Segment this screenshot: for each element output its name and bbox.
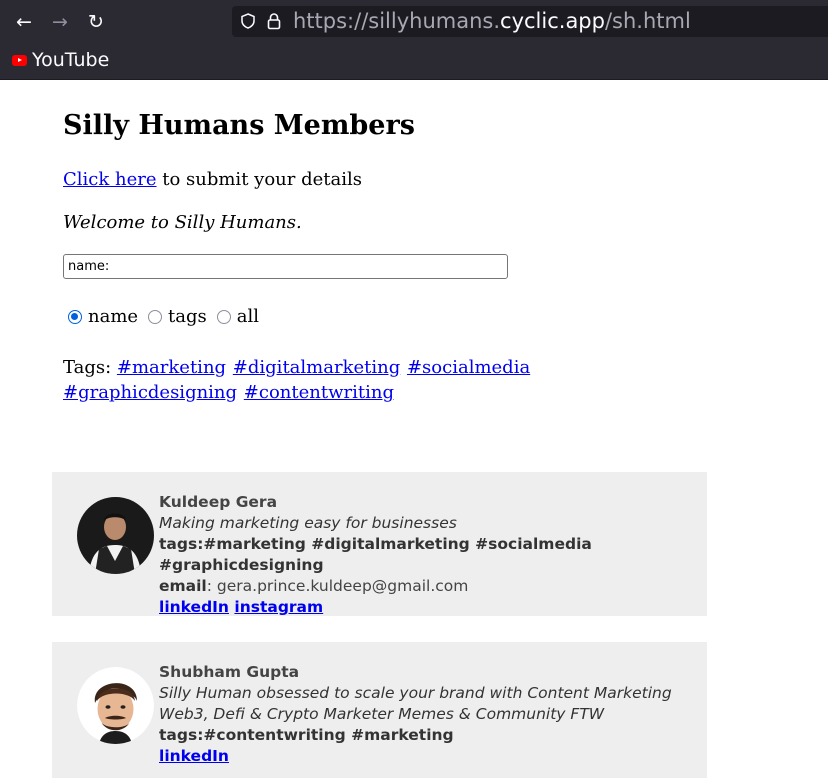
tag-link[interactable]: #socialmedia (407, 357, 530, 378)
radio-name[interactable] (68, 309, 82, 324)
submit-line: Click here to submit your details (63, 169, 362, 190)
linkedin-link[interactable]: linkedIn (159, 747, 229, 765)
member-details: Shubham Gupta Silly Human obsessed to sc… (159, 662, 699, 767)
instagram-link[interactable]: instagram (234, 598, 323, 616)
tags-label: Tags: (63, 357, 112, 378)
tag-link[interactable]: #marketing (117, 357, 226, 378)
avatar (77, 667, 154, 744)
url-scheme: https://sillyhumans. (293, 9, 501, 33)
member-tags: tags:#contentwriting #marketing (159, 726, 454, 744)
forward-arrow-icon[interactable]: → (48, 10, 72, 34)
youtube-icon (12, 54, 27, 66)
tag-link[interactable]: #digitalmarketing (233, 357, 400, 378)
welcome-message: Welcome to Silly Humans. (63, 212, 302, 233)
search-mode-radios: name tags all (68, 306, 269, 327)
submit-text: to submit your details (156, 169, 362, 190)
radio-name-label[interactable]: name (88, 306, 138, 327)
url-text[interactable]: https://sillyhumans.cyclic.app/sh.html (293, 8, 691, 35)
member-links: linkedIn (159, 746, 699, 767)
tag-link[interactable]: #graphicdesigning (63, 382, 237, 403)
url-host: cyclic.app (500, 9, 605, 33)
member-card: Kuldeep Gera Making marketing easy for b… (52, 472, 707, 616)
bookmark-youtube[interactable]: YouTube (12, 48, 109, 72)
member-bio: Silly Human obsessed to scale your brand… (159, 684, 672, 723)
url-path: /sh.html (604, 9, 691, 33)
browser-toolbar: ← → ↻ https://sillyhumans.cyclic.app/sh.… (0, 0, 828, 80)
shield-icon[interactable] (240, 13, 256, 29)
lock-icon[interactable] (266, 12, 282, 30)
reload-icon[interactable]: ↻ (84, 10, 108, 34)
tags-filter-line: Tags: #marketing #digitalmarketing #soci… (63, 355, 663, 405)
member-name: Shubham Gupta (159, 663, 300, 681)
radio-tags[interactable] (148, 309, 163, 324)
email-label: email (159, 577, 207, 595)
member-details: Kuldeep Gera Making marketing easy for b… (159, 492, 699, 618)
page-title: Silly Humans Members (63, 110, 415, 141)
member-name: Kuldeep Gera (159, 493, 278, 511)
member-card: Shubham Gupta Silly Human obsessed to sc… (52, 642, 707, 778)
address-bar[interactable]: https://sillyhumans.cyclic.app/sh.html (232, 6, 828, 37)
linkedin-link[interactable]: linkedIn (159, 598, 229, 616)
avatar (77, 497, 154, 574)
email-value: : gera.prince.kuldeep@gmail.com (206, 577, 469, 595)
radio-all-label[interactable]: all (237, 306, 259, 327)
submit-details-link[interactable]: Click here (63, 169, 157, 190)
bookmark-label: YouTube (32, 49, 110, 71)
back-arrow-icon[interactable]: ← (12, 10, 36, 34)
member-links: linkedIn instagram (159, 597, 699, 618)
tag-link[interactable]: #contentwriting (244, 382, 394, 403)
radio-all[interactable] (216, 309, 231, 324)
member-email: email: gera.prince.kuldeep@gmail.com (159, 576, 699, 597)
member-tags: tags:#marketing #digitalmarketing #socia… (159, 535, 592, 574)
radio-tags-label[interactable]: tags (168, 306, 207, 327)
member-bio: Making marketing easy for businesses (159, 514, 457, 532)
search-input[interactable] (63, 254, 508, 279)
